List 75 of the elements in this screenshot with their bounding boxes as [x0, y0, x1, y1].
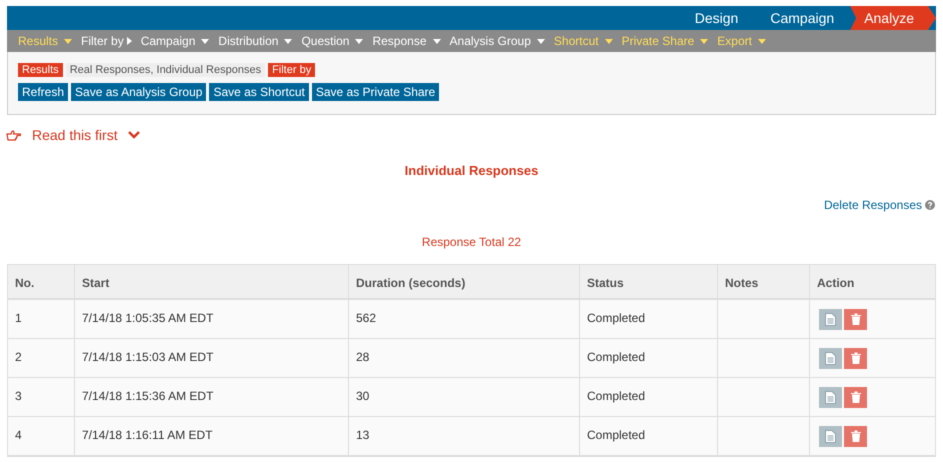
table-cell-text: 3	[14, 388, 23, 404]
document-icon	[825, 430, 836, 442]
table-cell-text: 4	[14, 426, 23, 444]
trash-icon	[850, 430, 860, 442]
delete-button[interactable]	[844, 386, 867, 408]
table-cell: Completed	[579, 300, 717, 338]
table-cell: 7/14/18 1:15:36 AM EDT	[74, 378, 348, 416]
view-button[interactable]	[819, 386, 842, 408]
caret-right-icon	[126, 37, 132, 45]
menu-item[interactable]: Campaign	[140, 32, 210, 50]
nav-tab[interactable]: Design	[678, 6, 754, 30]
caret-down-icon	[758, 38, 766, 44]
action-button[interactable]: Save as Private Share	[312, 83, 440, 101]
caret-down-icon	[64, 38, 72, 44]
delete-button[interactable]	[844, 308, 867, 330]
menu-item[interactable]: Filter by	[81, 32, 132, 50]
delete-button[interactable]	[844, 348, 867, 368]
menu-item[interactable]: Private Share	[622, 32, 708, 50]
caret-down-icon	[284, 38, 292, 44]
view-button[interactable]	[819, 426, 842, 446]
caret-down-icon	[432, 38, 441, 44]
view-button[interactable]	[819, 308, 842, 330]
table-cell: 7/14/18 1:16:11 AM EDT	[74, 416, 348, 454]
pointing-hand-icon	[6, 130, 21, 140]
table-cell: Completed	[579, 416, 717, 454]
table-cell: 13	[348, 416, 579, 454]
column-header: Duration (seconds)	[348, 264, 579, 298]
trash-icon	[850, 352, 860, 364]
delete-button[interactable]	[844, 426, 867, 446]
menu-item[interactable]: Response	[372, 32, 441, 50]
filter-summary: Real Responses, Individual Responses	[66, 63, 266, 77]
menu-item[interactable]: Results	[18, 32, 72, 50]
caret-down-icon	[604, 38, 613, 44]
filter-tag: Filter by	[268, 63, 316, 77]
caret-down-icon	[536, 38, 545, 44]
response-total: Response Total 22	[422, 234, 522, 250]
action-button[interactable]: Save as Shortcut	[209, 83, 309, 101]
read-first-toggle[interactable]: Read this first	[6, 126, 140, 144]
table-cell: 7/14/18 1:05:35 AM EDT	[74, 300, 348, 338]
column-header: No.	[14, 274, 36, 292]
delete-responses-link[interactable]: Delete Responses	[824, 196, 922, 214]
column-header: Notes	[717, 264, 809, 298]
table-cell: 562	[348, 300, 579, 338]
caret-down-icon	[700, 38, 708, 44]
nav-tab[interactable]: Campaign	[754, 6, 850, 30]
table-cell: 30	[348, 378, 579, 416]
table-cell: 28	[348, 338, 579, 376]
table-cell: 7/14/18 1:15:03 AM EDT	[74, 338, 348, 376]
chevron-down-icon	[128, 131, 140, 139]
column-header: Status	[579, 264, 717, 298]
menu-item[interactable]: Distribution	[218, 32, 292, 50]
view-button[interactable]	[819, 348, 842, 368]
table-cell: Completed	[579, 378, 717, 416]
action-button[interactable]: Refresh	[18, 83, 68, 101]
document-icon	[825, 390, 836, 404]
filter-tag: Results	[18, 63, 63, 77]
document-icon	[825, 312, 836, 326]
column-header: Start	[74, 264, 348, 298]
menu-item[interactable]: Export	[717, 32, 766, 50]
caret-down-icon	[355, 38, 364, 44]
caret-down-icon	[201, 38, 210, 44]
table-cell-text: 1	[14, 310, 23, 326]
action-button[interactable]: Save as Analysis Group	[71, 83, 206, 101]
page-title: Individual Responses	[404, 162, 538, 180]
document-icon	[825, 352, 836, 364]
help-icon	[925, 200, 935, 210]
table-cell: Completed	[579, 338, 717, 376]
trash-icon	[850, 391, 860, 403]
table-cell-text: 2	[14, 348, 23, 366]
menu-item[interactable]: Shortcut	[554, 32, 613, 50]
column-header: Action	[809, 264, 935, 298]
trash-icon	[850, 313, 860, 325]
menu-item[interactable]: Question	[301, 32, 364, 50]
menu-item[interactable]: Analysis Group	[450, 32, 545, 50]
nav-tab[interactable]: Analyze	[850, 6, 936, 30]
